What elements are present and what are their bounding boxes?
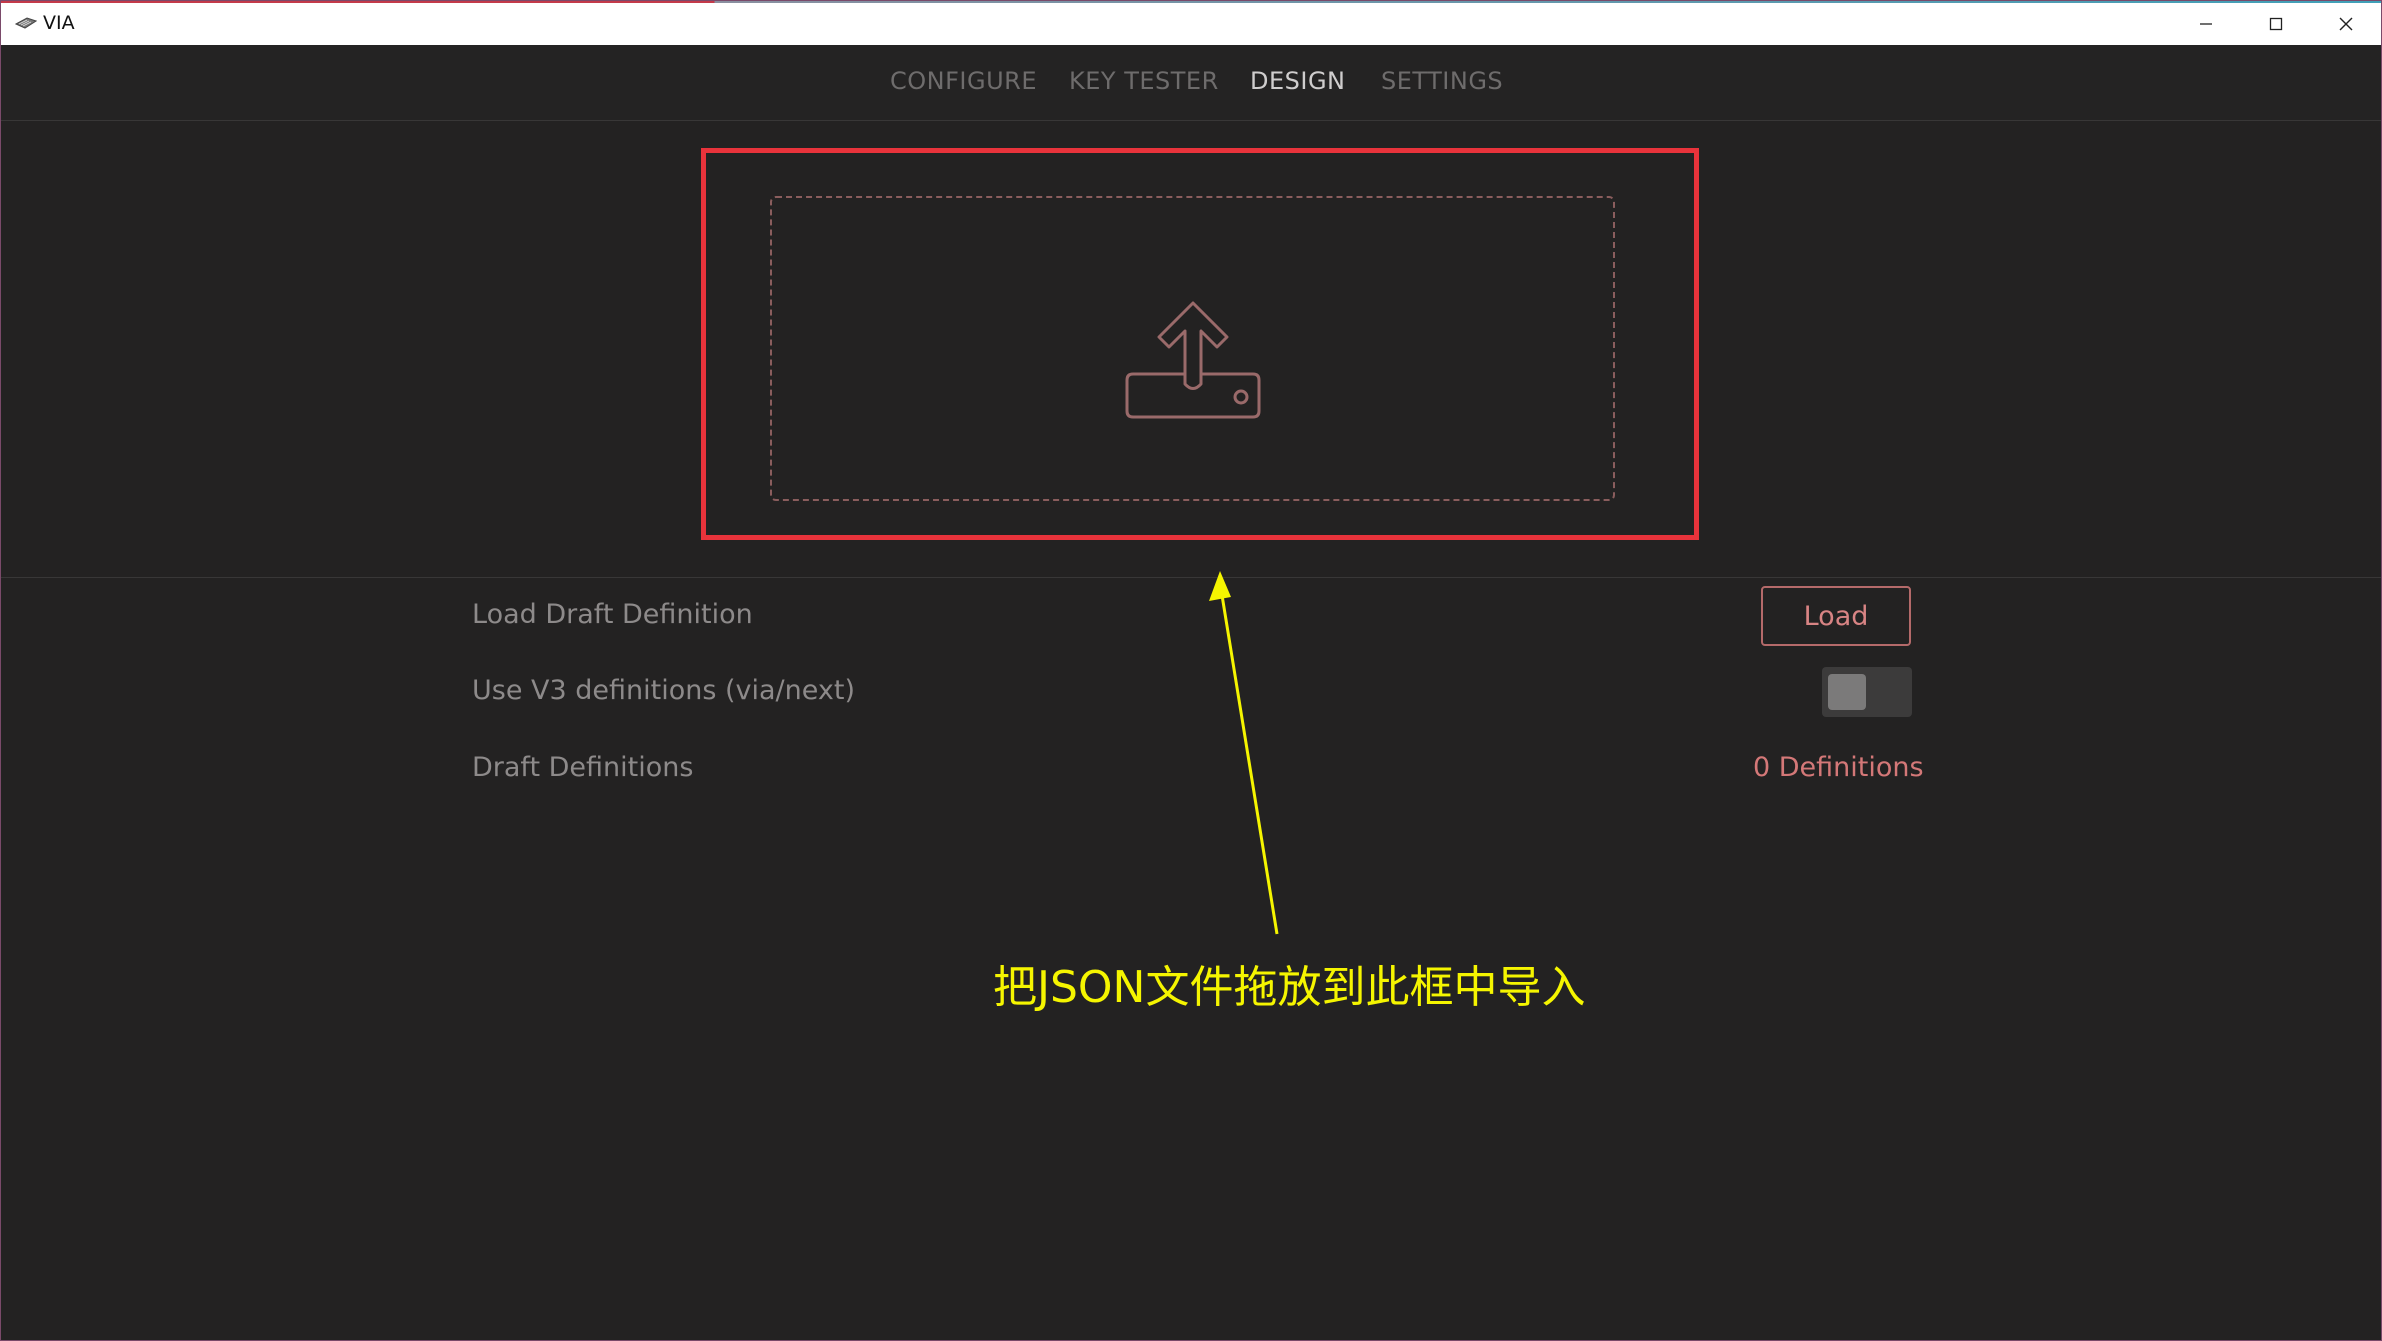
load-draft-label: Load Draft Definition — [472, 599, 753, 630]
tab-settings[interactable]: SETTINGS — [1381, 67, 1503, 95]
upload-section — [1, 121, 2381, 578]
tab-configure[interactable]: CONFIGURE — [890, 67, 1037, 95]
tab-design[interactable]: DESIGN — [1250, 67, 1346, 95]
upload-icon — [1125, 301, 1261, 419]
load-button[interactable]: Load — [1761, 586, 1911, 646]
toggle-knob — [1828, 674, 1866, 710]
minimize-button[interactable] — [2171, 3, 2241, 45]
maximize-button[interactable] — [2241, 3, 2311, 45]
minimize-icon — [2200, 23, 2212, 25]
draft-definitions-label: Draft Definitions — [472, 752, 694, 783]
close-icon — [2339, 17, 2353, 31]
tab-key-tester[interactable]: KEY TESTER — [1069, 67, 1219, 95]
draft-definitions-count: 0 Definitions — [1753, 752, 1924, 783]
annotation-text: 把JSON文件拖放到此框中导入 — [993, 962, 1586, 1013]
title-bar: VIA — [1, 1, 2381, 45]
via-window: VIA CONFIGURE KEY TESTER DESIGN SETTINGS — [0, 0, 2382, 1341]
use-v3-label: Use V3 definitions (via/next) — [472, 675, 855, 706]
annotation-arrow-icon — [1209, 571, 1279, 935]
close-button[interactable] — [2311, 3, 2381, 45]
window-title: VIA — [43, 12, 75, 34]
top-nav: CONFIGURE KEY TESTER DESIGN SETTINGS — [1, 45, 2381, 121]
keyboard-icon — [15, 17, 37, 29]
maximize-icon — [2269, 17, 2283, 31]
v3-toggle[interactable] — [1822, 667, 1912, 717]
